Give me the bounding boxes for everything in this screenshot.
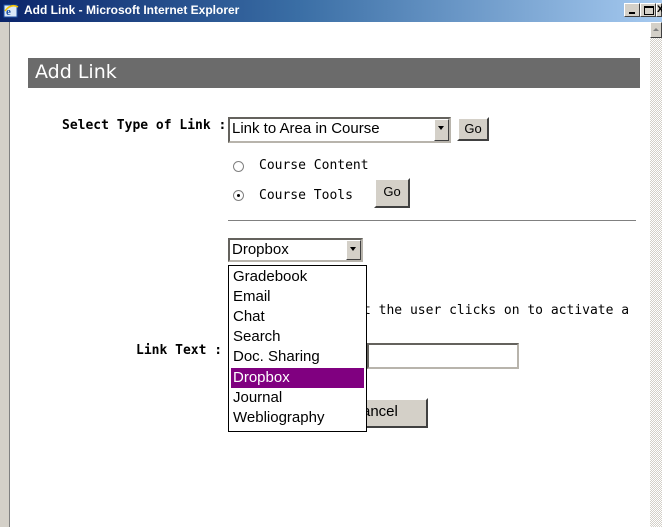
close-icon: x: [657, 1, 662, 15]
link-type-value: Link to Area in Course: [232, 120, 380, 137]
window-left-border: [0, 22, 10, 527]
radio-course-tools-label: Course Tools: [259, 188, 353, 203]
dropdown-option-search[interactable]: Search: [231, 327, 364, 347]
vertical-scrollbar[interactable]: [650, 22, 662, 527]
chevron-down-icon[interactable]: [346, 240, 361, 260]
radio-course-content-label: Course Content: [259, 158, 369, 173]
tool-select-value: Dropbox: [232, 241, 289, 258]
dropdown-option-journal[interactable]: Journal: [231, 388, 364, 408]
tool-select[interactable]: Dropbox: [228, 238, 363, 262]
dropdown-option-email[interactable]: Email: [231, 287, 364, 307]
minimize-button[interactable]: [624, 3, 640, 17]
dropdown-option-doc-sharing[interactable]: Doc. Sharing: [231, 347, 364, 367]
page-title: Add Link: [35, 61, 117, 83]
cancel-button[interactable]: ancel: [360, 398, 428, 428]
internet-explorer-icon: e: [3, 4, 19, 18]
scroll-up-arrow-icon[interactable]: [650, 22, 662, 38]
select-type-label: Select Type of Link :: [62, 118, 227, 133]
dropdown-option-dropbox[interactable]: Dropbox: [231, 368, 364, 388]
dropdown-option-chat[interactable]: Chat: [231, 307, 364, 327]
radio-course-content[interactable]: [233, 161, 244, 172]
window-title: Add Link - Microsoft Internet Explorer: [24, 3, 240, 17]
link-text-input[interactable]: [367, 343, 519, 369]
link-text-label: Link Text :: [136, 343, 223, 358]
go-button-link-type[interactable]: Go: [457, 117, 489, 141]
radio-course-tools[interactable]: [233, 190, 244, 201]
tool-dropdown-list[interactable]: Gradebook Email Chat Search Doc. Sharing…: [228, 265, 367, 432]
window-title-bar[interactable]: e Add Link - Microsoft Internet Explorer…: [0, 0, 662, 22]
dropdown-option-webliography[interactable]: Webliography: [231, 408, 364, 428]
chevron-down-icon[interactable]: [434, 119, 449, 141]
page-header: Add Link: [28, 58, 640, 88]
close-button[interactable]: x: [656, 1, 662, 17]
maximize-button[interactable]: [640, 3, 656, 17]
dropdown-option-gradebook[interactable]: Gradebook: [231, 267, 364, 287]
divider: [228, 220, 636, 221]
go-button-course-tools[interactable]: Go: [374, 178, 410, 208]
link-text-help: t the user clicks on to activate a: [363, 303, 630, 318]
link-type-select[interactable]: Link to Area in Course: [228, 117, 451, 143]
